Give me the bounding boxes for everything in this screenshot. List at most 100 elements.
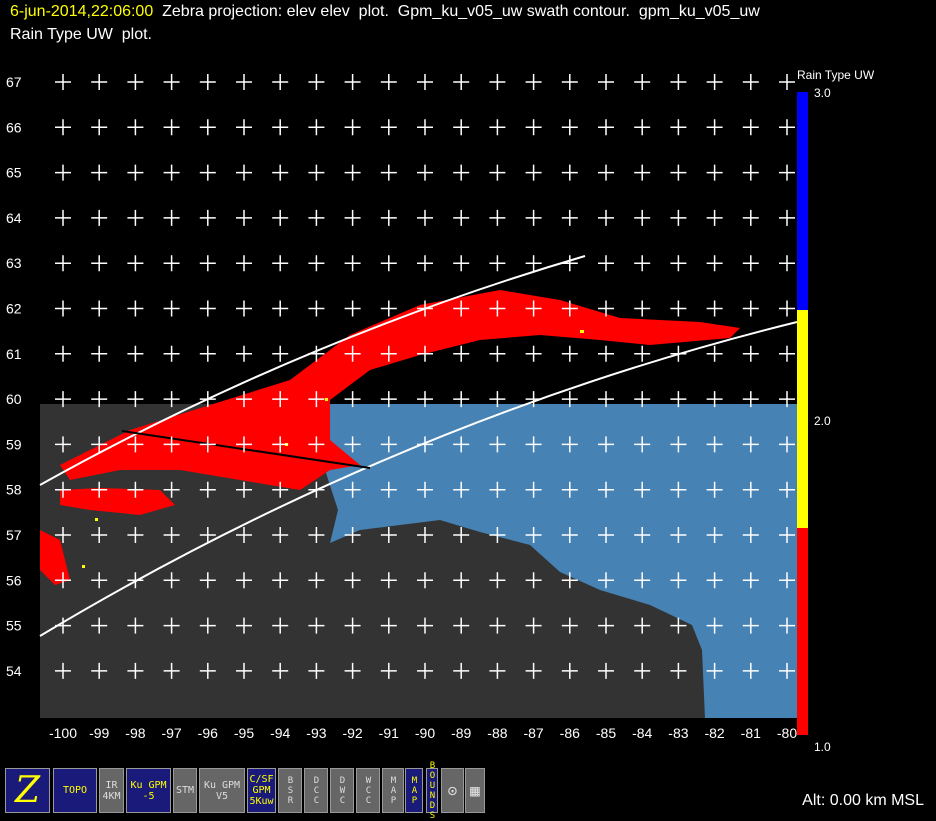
grid-cross (163, 300, 180, 317)
toolbar-button-map[interactable]: MAP (405, 768, 423, 813)
grid-cross (91, 74, 108, 90)
lon-tick-label: -80 (777, 725, 797, 741)
grid-cross (55, 345, 71, 362)
lat-tick-label: 59 (6, 436, 22, 452)
grid-cross (272, 300, 289, 317)
lon-tick-label: -91 (379, 725, 399, 741)
colorbar-high (797, 92, 808, 310)
grid-cross (742, 74, 759, 90)
grid-cross (706, 74, 723, 90)
grid-cross (127, 209, 144, 226)
grid-cross (55, 300, 71, 317)
lat-tick-label: 61 (6, 346, 22, 362)
toolbar-button-dcc[interactable]: DCC (304, 768, 328, 813)
altitude-readout: Alt: 0.00 km MSL (802, 792, 924, 809)
lat-tick-label: 58 (6, 482, 22, 498)
lon-tick-label: -94 (270, 725, 290, 741)
grid-cross (525, 209, 542, 226)
grid-cross (742, 255, 759, 272)
grid-cross (236, 209, 252, 226)
lat-tick-label: 64 (6, 210, 22, 226)
toolbar-button-wcc[interactable]: WCC (356, 768, 380, 813)
toolbar-button-ku-gpm-5[interactable]: Ku GPM -5 (126, 768, 171, 813)
map-plot[interactable]: -100 -99 -98 -97 -96 -95 -94 -93 -92 -91 -90 -89 -88… (0, 0, 936, 818)
toolbar-button-bounds[interactable]: BOUNDS (426, 761, 438, 821)
grid-cross (199, 119, 216, 136)
grid-cross (706, 209, 723, 226)
colorbar-mid (797, 310, 808, 528)
grid-cross (525, 164, 542, 181)
lat-tick-label: 56 (6, 572, 22, 588)
toolbar-button-bsr[interactable]: BSR (278, 768, 302, 813)
grid-cross (779, 255, 795, 272)
grid-cross (417, 74, 433, 90)
grid-cross (779, 345, 795, 362)
grid-cross (236, 74, 252, 90)
grid-cross (561, 74, 578, 90)
toolbar-button-[interactable]: ▦ (465, 768, 485, 813)
grid-cross (199, 300, 216, 317)
grid-cross (91, 209, 108, 226)
toolbar-button-[interactable]: ⊙ (441, 768, 464, 813)
grid-cross (779, 164, 795, 181)
grid-cross (308, 209, 325, 226)
toolbar-button-ku-gpm-v5[interactable]: Ku GPM V5 (199, 768, 245, 813)
grid-cross (380, 74, 397, 90)
grid-cross (127, 164, 144, 181)
grid-cross (742, 300, 759, 317)
lon-tick-label: -87 (523, 725, 543, 741)
toolbar-button-z[interactable]: Z (5, 768, 50, 813)
grid-cross (598, 255, 614, 272)
grid-cross (453, 255, 470, 272)
toolbar-button-dwc[interactable]: DWC (330, 768, 354, 813)
grid-cross (453, 119, 470, 136)
grid-cross (199, 345, 216, 362)
grid-cross (706, 164, 723, 181)
grid-cross (779, 119, 795, 136)
toolbar-button-topo[interactable]: TOPO (53, 768, 97, 813)
toolbar-button-c-sf-gpm-5kuw[interactable]: C/SF GPM 5Kuw (247, 768, 276, 813)
grid-cross (670, 345, 687, 362)
toolbar-button-map[interactable]: MAP (382, 768, 404, 813)
grid-cross (417, 209, 433, 226)
colorbar-label-2: 2.0 (814, 414, 831, 428)
grid-cross (634, 119, 651, 136)
grid-cross (598, 74, 614, 90)
lat-tick-label: 55 (6, 618, 22, 634)
grid-cross (525, 255, 542, 272)
grid-cross (670, 164, 687, 181)
lon-tick-label: -99 (89, 725, 109, 741)
grid-cross (127, 74, 144, 90)
grid-cross (489, 209, 506, 226)
grid-cross (598, 119, 614, 136)
grid-cross (380, 255, 397, 272)
grid-cross (308, 255, 325, 272)
grid-cross (199, 255, 216, 272)
grid-cross (417, 119, 433, 136)
grid-cross (236, 300, 252, 317)
colorbar-title: Rain Type UW (797, 68, 875, 82)
grid-cross (163, 209, 180, 226)
grid-cross (272, 119, 289, 136)
grid-cross (163, 345, 180, 362)
grid-cross (742, 164, 759, 181)
grid-cross (779, 74, 795, 90)
grid-cross (236, 345, 252, 362)
lon-tick-label: -95 (234, 725, 254, 741)
grid-cross (127, 255, 144, 272)
grid-cross (634, 345, 651, 362)
toolbar-button-stm[interactable]: STM (173, 768, 197, 813)
toolbar-button-ir-4km[interactable]: IR 4KM (99, 768, 124, 813)
colorbar-low (797, 528, 808, 735)
lon-tick-label: -84 (632, 725, 652, 741)
grid-cross (706, 119, 723, 136)
grid-cross (236, 164, 252, 181)
lat-tick-label: 62 (6, 301, 22, 317)
grid-cross (706, 345, 723, 362)
lat-tick-label: 60 (6, 391, 22, 407)
grid-cross (670, 255, 687, 272)
grid-cross (55, 119, 71, 136)
lon-tick-label: -98 (125, 725, 145, 741)
grid-cross (779, 209, 795, 226)
grid-cross (91, 255, 108, 272)
